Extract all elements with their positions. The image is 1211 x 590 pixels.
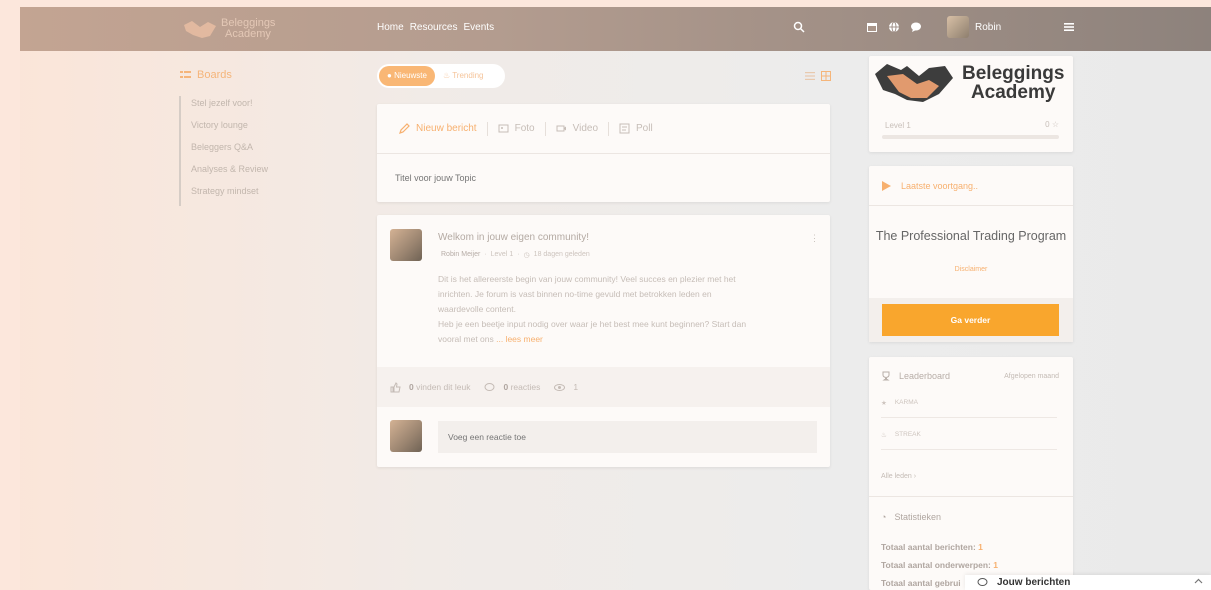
level-progress-bar — [882, 135, 1059, 139]
list-view-icon[interactable] — [805, 71, 815, 81]
main-nav: Home Resources Events — [377, 22, 494, 33]
all-members-link[interactable]: Alle leden › — [881, 473, 916, 480]
course-title[interactable]: The Professional Trading Program — [869, 229, 1073, 243]
thumbs-up-icon[interactable] — [390, 381, 401, 393]
post-body: Dit is het allereerste begin van jouw co… — [438, 274, 747, 344]
boards-title: Boards — [197, 69, 232, 81]
feed-tabs: ● Nieuwste ♨ Trending — [377, 64, 505, 88]
leaderboard-header: Leaderboard — [881, 371, 950, 381]
post-time: 18 dagen geleden — [533, 251, 590, 258]
chevron-up-icon[interactable] — [1194, 577, 1203, 586]
user-level: Level 1 — [885, 121, 911, 130]
message-icon — [977, 578, 988, 586]
period-select[interactable]: Afgelopen maand — [1004, 373, 1059, 380]
calendar-icon[interactable] — [866, 21, 878, 33]
post-composer: Nieuw bericht Foto Video Poll — [377, 104, 830, 202]
more-options-icon[interactable]: ⋮ — [810, 233, 819, 244]
divider — [869, 496, 1073, 497]
user-name[interactable]: Robin — [975, 22, 1001, 33]
site-logo[interactable]: Beleggings Academy — [183, 15, 293, 43]
karma-row: ★ KARMA — [881, 388, 1057, 418]
list-icon — [180, 71, 191, 78]
tab-trending[interactable]: ♨ Trending — [435, 66, 492, 86]
board-item[interactable]: Strategy mindset — [179, 184, 268, 206]
flame-icon: ♨ — [881, 431, 887, 439]
course-progress-card: Laatste voortgang.. The Professional Tra… — [869, 166, 1073, 342]
comments-icon[interactable] — [484, 382, 495, 393]
post-title[interactable]: Welkom in jouw eigen community! — [438, 232, 589, 243]
top-bar: Beleggings Academy Home Resources Events… — [20, 7, 1211, 51]
tab-nieuwste[interactable]: ● Nieuwste — [379, 66, 435, 86]
disclaimer-link[interactable]: Disclaimer — [869, 266, 1073, 273]
logo-text: Beleggings Academy — [221, 17, 276, 40]
post-card: Welkom in jouw eigen community! Robin Me… — [377, 215, 830, 467]
boards-heading: Boards — [180, 69, 232, 81]
page-frame-top — [0, 0, 1211, 7]
video-tab[interactable]: Video — [546, 121, 610, 136]
boards-list: Stel jezelf voor! Victory lounge Belegge… — [179, 96, 268, 206]
globe-icon[interactable] — [888, 21, 900, 33]
author-level: Level 1 — [490, 251, 514, 258]
trophy-icon — [882, 371, 890, 381]
board-item[interactable]: Analyses & Review — [179, 162, 268, 184]
stat-users: Totaal aantal gebrui — [881, 578, 961, 588]
board-item[interactable]: Beleggers Q&A — [179, 140, 268, 162]
search-icon[interactable] — [793, 21, 805, 33]
nav-home[interactable]: Home — [377, 22, 404, 33]
stat-posts: Totaal aantal berichten: 1 — [881, 542, 983, 552]
page-frame-left — [0, 0, 20, 590]
read-more-link[interactable]: ... lees meer — [496, 334, 543, 344]
topic-title-input[interactable] — [377, 154, 830, 202]
course-header: Laatste voortgang.. — [869, 166, 1073, 206]
new-post-tab[interactable]: Nieuw bericht — [389, 121, 488, 136]
poll-icon — [619, 123, 630, 134]
post-meta: Robin Meijer · Level 1 · ◷ 18 dagen gele… — [441, 251, 590, 259]
nav-resources[interactable]: Resources — [410, 22, 458, 33]
views-count: 1 — [573, 382, 579, 392]
pencil-icon — [399, 123, 410, 134]
clock-icon: ◷ — [523, 252, 530, 259]
streak-row: ♨ STREAK — [881, 420, 1057, 450]
post-author[interactable]: Robin Meijer — [441, 251, 480, 259]
brand-name: Beleggings Academy — [962, 63, 1065, 103]
nav-events[interactable]: Events — [464, 22, 495, 33]
video-icon — [556, 125, 566, 132]
photo-tab[interactable]: Foto — [488, 121, 546, 136]
poll-tab[interactable]: Poll — [609, 122, 663, 136]
board-item[interactable]: Stel jezelf voor! — [179, 96, 268, 118]
composer-type-tabs: Nieuw bericht Foto Video Poll — [377, 104, 830, 154]
handshake-logo-icon — [184, 21, 216, 38]
stat-topics: Totaal aantal onderwerpen: 1 — [881, 560, 998, 570]
eye-icon — [554, 383, 566, 391]
statistics-header: ◔ Statistieken — [881, 512, 941, 522]
star-icon: ★ — [881, 399, 887, 407]
hamburger-menu-icon[interactable] — [1063, 21, 1075, 33]
image-icon — [498, 124, 509, 133]
play-icon — [882, 180, 891, 191]
likes-text: 0 vinden dit leuk — [409, 382, 471, 392]
handshake-logo-icon — [875, 64, 953, 102]
current-user-avatar — [390, 420, 422, 452]
messages-bar[interactable]: Jouw berichten — [965, 575, 1211, 590]
user-points: 0 ☆ — [1045, 120, 1059, 129]
chat-bubble-icon[interactable] — [910, 21, 922, 33]
reactions-text: 0 reacties — [503, 382, 541, 392]
pie-chart-icon: ◔ — [881, 512, 887, 522]
post-stats: 0 vinden dit leuk 0 reacties 1 — [377, 367, 830, 407]
grid-view-icon[interactable] — [821, 71, 831, 81]
reply-input[interactable] — [438, 421, 817, 453]
user-avatar[interactable] — [947, 16, 969, 38]
toolbar-icons — [866, 21, 922, 33]
profile-card: Beleggings Academy Level 1 0 ☆ — [869, 56, 1073, 152]
leaderboard-card: Leaderboard Afgelopen maand ★ KARMA ♨ ST… — [869, 357, 1073, 590]
continue-button[interactable]: Ga verder — [882, 304, 1059, 336]
author-avatar[interactable] — [390, 229, 422, 261]
view-toggle — [805, 71, 831, 81]
board-item[interactable]: Victory lounge — [179, 118, 268, 140]
